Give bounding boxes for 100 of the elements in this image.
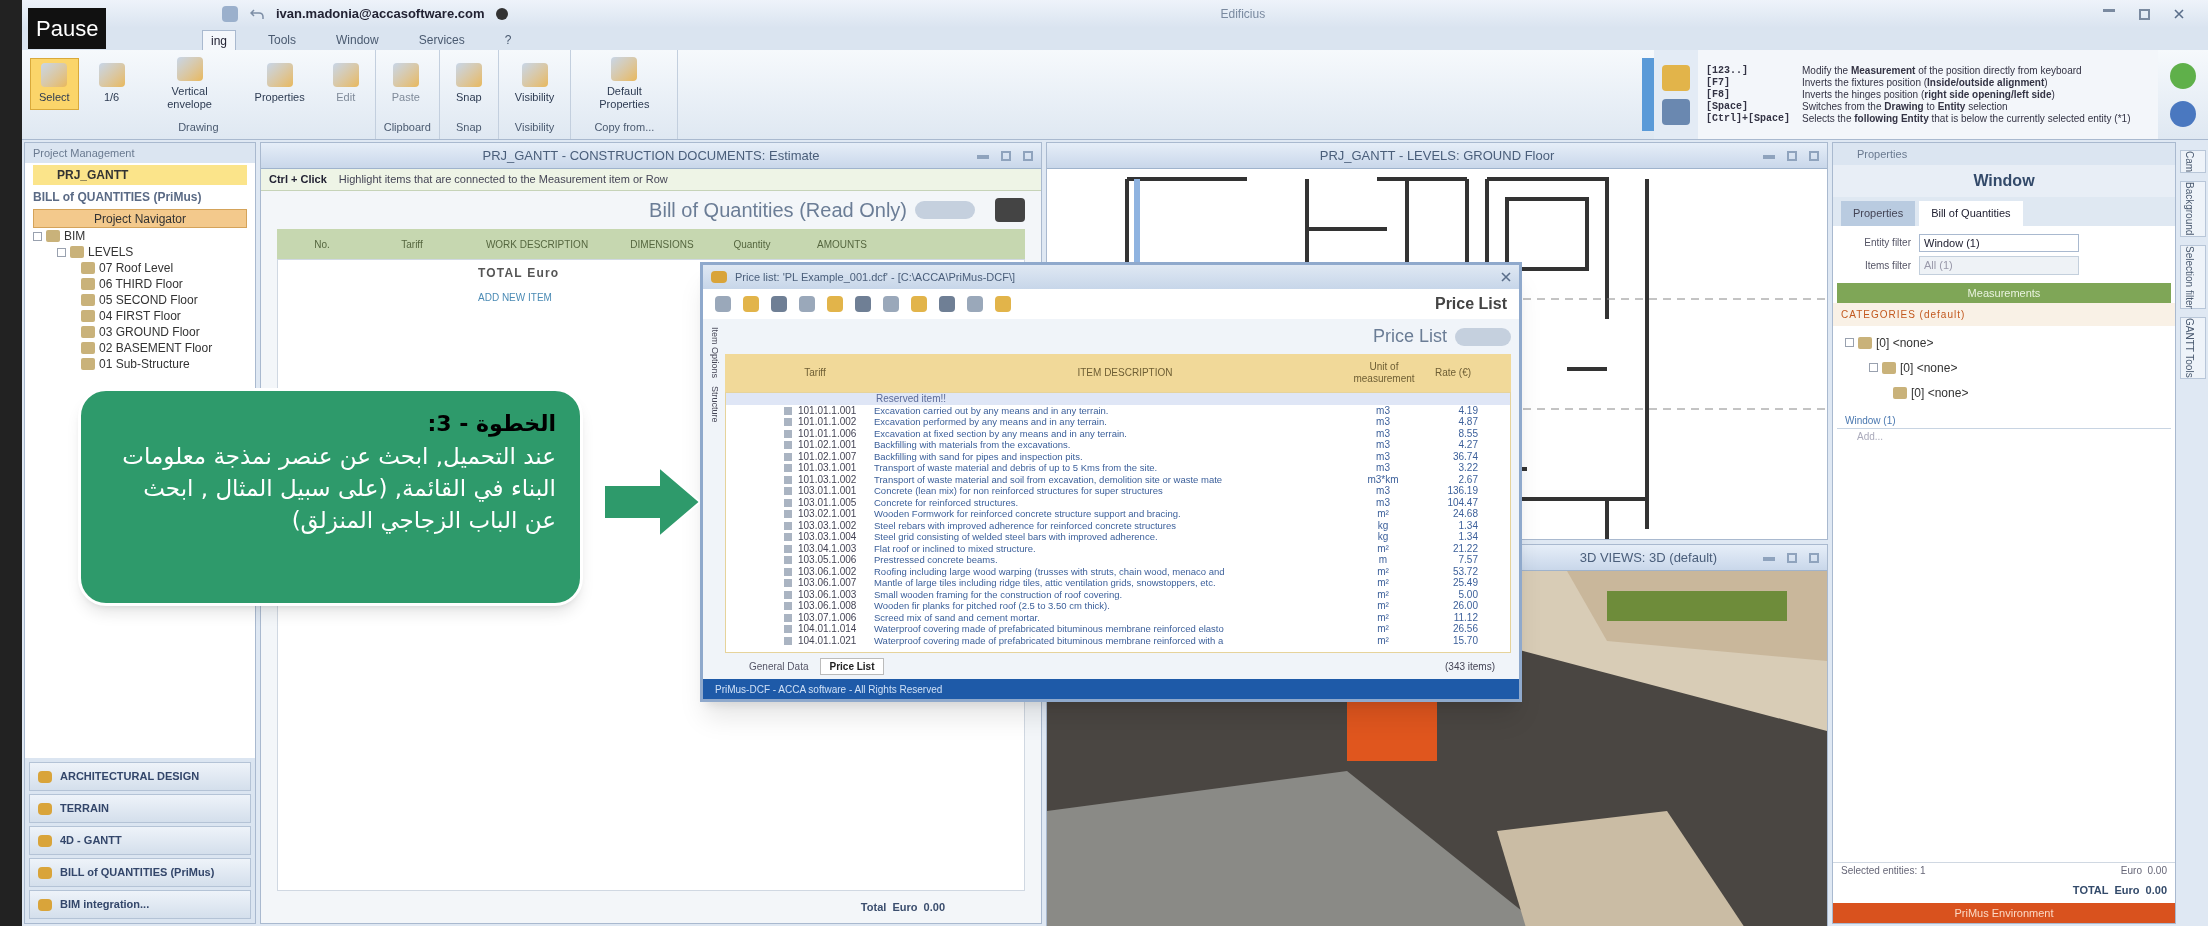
tree-item[interactable]: [0] <none> — [1876, 333, 1934, 352]
restore-icon[interactable] — [1001, 150, 1011, 161]
tariff-cell-text: 101.01.1.006 — [798, 427, 858, 439]
rate-cell-text: 8.55 — [1457, 427, 1478, 439]
ribbon-button[interactable]: Properties — [246, 59, 313, 110]
sheet-tab[interactable]: Price List — [820, 657, 884, 675]
project-item[interactable]: PRJ_GANTT — [33, 165, 247, 185]
side-tab[interactable]: Background — [2180, 181, 2206, 237]
rate-cell-text: 1.34 — [1457, 531, 1478, 543]
tree-item[interactable]: [0] <none> — [1900, 358, 1958, 377]
close-icon[interactable] — [2174, 8, 2184, 19]
side-tab[interactable]: Structure — [703, 386, 725, 423]
ribbon-button[interactable]: Visibility — [506, 59, 563, 110]
menu-tab[interactable]: ing — [202, 30, 236, 50]
group-label: Snap — [454, 119, 483, 135]
restore-icon[interactable] — [2139, 8, 2150, 20]
module-button[interactable]: BIM integration... — [29, 890, 251, 919]
maximize-icon[interactable] — [1023, 150, 1033, 161]
tariff-cell-text: 103.06.1.008 — [798, 600, 858, 612]
expander-icon[interactable] — [1845, 338, 1854, 347]
ribbon-button[interactable]: Vertical envelope — [144, 52, 235, 116]
side-tab[interactable]: Selection filter — [2180, 244, 2206, 310]
unit-cell-text: m3 — [1375, 404, 1391, 416]
shortcut-description: Inverts the hinges position (right side opening/left side) — [1802, 88, 2055, 101]
field-label: Items filter — [1863, 258, 1911, 273]
tariff-cell-text: 103.03.1.004 — [798, 531, 858, 543]
folder-icon — [70, 246, 84, 258]
tree-item[interactable]: [0] <none> — [1911, 383, 1969, 402]
minimize-icon[interactable] — [977, 154, 989, 159]
module-button[interactable]: TERRAIN — [29, 794, 251, 823]
tree-item[interactable]: 06 THIRD Floor — [99, 275, 183, 293]
panel-toggle-bar[interactable] — [1642, 58, 1654, 131]
expander-icon[interactable] — [33, 231, 42, 241]
maximize-icon[interactable] — [1809, 150, 1819, 161]
tree-item[interactable]: 01 Sub-Structure — [99, 355, 190, 373]
dialog-title: Price list: 'PL Example_001.dcf' - [C:\ACCA\PriMus-DCF\] — [735, 269, 1016, 285]
navigator-button[interactable]: Project Navigator — [33, 209, 247, 228]
expander-icon[interactable] — [57, 247, 66, 257]
unit-cell-text: m3*km — [1366, 473, 1400, 485]
maximize-icon[interactable] — [1809, 552, 1819, 563]
unit-cell-text: m3 — [1375, 450, 1391, 462]
shortcut-description: Modify the Measurement of the position directly from keyboard — [1802, 64, 2082, 77]
menu-tab[interactable]: ? — [496, 30, 520, 50]
rate-cell-text: 7.57 — [1457, 554, 1478, 566]
add-item-link[interactable]: ADD NEW ITEM — [478, 290, 552, 305]
rate-cell-text: 36.74 — [1451, 450, 1478, 462]
shortcut-description: Inverts the fixtures position (Inside/outside alignment) — [1802, 76, 2048, 89]
tariff-cell-text: 103.04.1.003 — [798, 542, 858, 554]
module-button[interactable]: 4D - GANTT — [29, 826, 251, 855]
minimize-icon[interactable] — [1763, 154, 1775, 159]
column-header: ITEM DESCRIPTION — [1076, 366, 1174, 380]
expander-icon[interactable] — [1869, 363, 1878, 372]
rate-cell-text: 4.27 — [1457, 439, 1478, 451]
restore-icon[interactable] — [1787, 552, 1797, 563]
tree-item[interactable]: LEVELS — [88, 243, 134, 261]
module-button[interactable]: ARCHITECTURAL DESIGN — [29, 762, 251, 791]
restore-icon[interactable] — [1787, 150, 1797, 161]
properties-tab[interactable]: Bill of Quantities — [1919, 201, 2023, 226]
side-tab[interactable]: GANTT Tools — [2180, 317, 2206, 379]
tree-item[interactable]: 07 Roof Level — [99, 259, 174, 277]
properties-tab[interactable]: Properties — [1841, 201, 1916, 226]
close-icon[interactable] — [1501, 272, 1511, 282]
tree-item[interactable]: 04 FIRST Floor — [99, 307, 181, 325]
tree-item[interactable]: 02 BASEMENT Floor — [99, 339, 213, 357]
ribbon-button[interactable]: Select — [30, 58, 79, 111]
menu-tab[interactable]: Tools — [260, 30, 305, 50]
ribbon-button[interactable]: 1/6 — [90, 59, 133, 110]
minimize-icon[interactable] — [2103, 8, 2115, 12]
ribbon-button[interactable]: Snap — [447, 59, 490, 110]
hint-text: Highlight items that are connected to the Measurement item or Row — [338, 172, 668, 188]
menu-tab[interactable]: Window — [328, 30, 387, 50]
rate-cell-text: 53.72 — [1451, 565, 1478, 577]
menu-tab[interactable]: Services — [410, 30, 473, 50]
group-label: Visibility — [513, 119, 556, 135]
module-button[interactable]: BILL of QUANTITIES (PriMus) — [29, 858, 251, 887]
tariff-cell-text: 103.06.1.002 — [798, 565, 858, 577]
folder-icon — [81, 358, 95, 370]
column-header: No. — [313, 237, 331, 252]
tree-item[interactable]: 03 GROUND Floor — [99, 323, 200, 341]
description-cell-text: Steel rebars with improved adherence for reinforced concrete structures — [874, 519, 1178, 531]
ribbon-button[interactable]: Default Properties — [579, 52, 670, 116]
side-tab[interactable]: Item Options — [703, 327, 725, 379]
tree-item[interactable]: BIM — [64, 227, 86, 245]
navigation-icon[interactable] — [1455, 327, 1511, 346]
shortcut-description: Selects the following Entity that is below the currently selected entity (*1) — [1802, 112, 2131, 125]
field-label: Entity filter — [1863, 236, 1911, 251]
rate-cell-text: 4.87 — [1457, 416, 1478, 428]
column-header: Tariff — [400, 237, 424, 252]
sheet-tab[interactable]: General Data — [741, 658, 817, 674]
navigation-icon[interactable] — [915, 201, 975, 219]
side-tab[interactable]: Cam — [2180, 150, 2206, 174]
undo-icon[interactable] — [250, 8, 264, 20]
rate-cell-text: 24.68 — [1451, 508, 1478, 520]
tree-item[interactable]: 05 SECOND Floor — [99, 291, 198, 309]
rate-cell-text: 104.47 — [1446, 496, 1478, 508]
rate-cell-text: 1.34 — [1457, 519, 1478, 531]
minimize-icon[interactable] — [1763, 556, 1775, 561]
rate-cell-text: 3.22 — [1457, 462, 1478, 474]
entity-filter-dropdown[interactable]: Window (1) — [1919, 233, 2079, 252]
folder-icon — [81, 262, 95, 274]
